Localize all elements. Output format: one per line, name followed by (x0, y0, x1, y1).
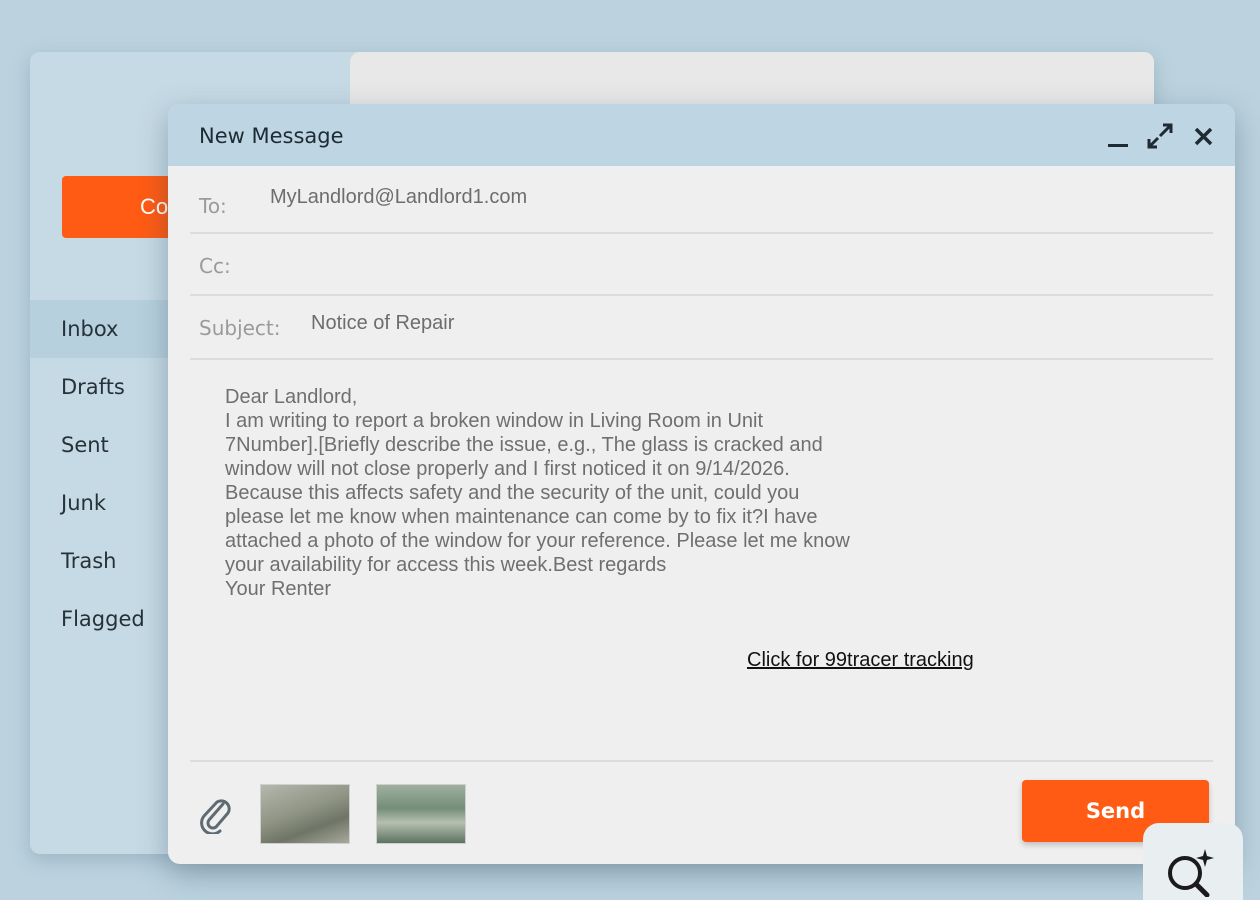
background-toolbar (350, 52, 1154, 112)
sidebar-item-flagged[interactable]: Flagged (30, 590, 170, 648)
body-line: Dear Landlord, (225, 386, 358, 408)
compose-title: New Message (199, 124, 344, 148)
sidebar-item-junk[interactable]: Junk (30, 474, 170, 532)
body-line: window will not close properly and I fir… (225, 458, 790, 480)
sidebar-item-sent[interactable]: Sent (30, 416, 170, 474)
body-line: 7Number].[Briefly describe the issue, e.… (225, 434, 823, 456)
body-line: Your Renter (225, 578, 331, 600)
subject-field[interactable]: Subject: Notice of Repair (190, 294, 1213, 360)
message-body[interactable]: Dear Landlord, I am writing to report a … (225, 385, 925, 601)
compose-dialog: New Message To: MyLandlord@Landlord1.com… (168, 104, 1235, 864)
subject-input[interactable]: Notice of Repair (311, 312, 454, 335)
sidebar-item-drafts[interactable]: Drafts (30, 358, 170, 416)
compose-header: New Message (168, 104, 1235, 166)
tracking-link[interactable]: Click for 99tracer tracking (747, 649, 974, 672)
minimize-icon[interactable] (1106, 122, 1134, 150)
body-line: I am writing to report a broken window i… (225, 410, 764, 432)
cc-field[interactable]: Cc: (190, 232, 1213, 296)
footer-divider (190, 760, 1213, 762)
sidebar-item-inbox[interactable]: Inbox (30, 300, 170, 358)
body-line: Because this affects safety and the secu… (225, 482, 800, 504)
subject-label: Subject: (199, 316, 281, 340)
paperclip-icon[interactable] (198, 794, 234, 836)
folder-list: Inbox Drafts Sent Junk Trash Flagged (30, 300, 170, 648)
cc-label: Cc: (199, 254, 231, 278)
search-widget[interactable] (1143, 823, 1243, 900)
body-line: your availability for access this week.B… (225, 554, 667, 576)
to-label: To: (199, 194, 227, 218)
attachment-thumbnail[interactable] (376, 784, 466, 844)
sidebar-item-trash[interactable]: Trash (30, 532, 170, 590)
body-line: attached a photo of the window for your … (225, 530, 850, 552)
to-field[interactable]: To: MyLandlord@Landlord1.com (190, 168, 1213, 234)
close-icon[interactable] (1190, 122, 1218, 150)
search-sparkle-icon (1168, 849, 1214, 897)
attachment-thumbnail[interactable] (260, 784, 350, 844)
expand-icon[interactable] (1146, 122, 1174, 150)
body-line: please let me know when maintenance can … (225, 506, 818, 528)
to-input[interactable]: MyLandlord@Landlord1.com (270, 186, 527, 209)
